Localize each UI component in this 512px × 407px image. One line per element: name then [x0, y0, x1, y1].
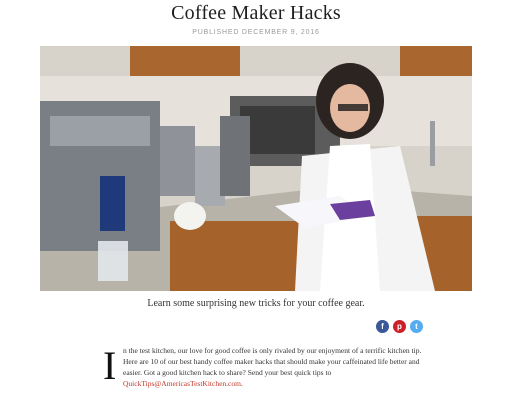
pinterest-icon: p: [397, 322, 402, 331]
facebook-share-button[interactable]: f: [376, 320, 389, 333]
article-body: n the test kitchen, our love for good co…: [123, 345, 423, 389]
social-share: f p t: [376, 320, 423, 333]
drop-cap: I: [103, 343, 117, 388]
body-paragraph: n the test kitchen, our love for good co…: [123, 346, 422, 377]
twitter-share-button[interactable]: t: [410, 320, 423, 333]
email-suffix: .: [240, 379, 243, 388]
quicktips-email-link[interactable]: QuickTips@AmericasTestKitchen.com: [123, 379, 241, 388]
published-date: PUBLISHED DECEMBER 9, 2016: [192, 29, 320, 36]
hero-image: [40, 46, 472, 291]
twitter-icon: t: [415, 322, 418, 331]
pinterest-share-button[interactable]: p: [393, 320, 406, 333]
image-caption: Learn some surprising new tricks for you…: [147, 298, 365, 309]
page-title: Coffee Maker Hacks: [171, 2, 341, 24]
facebook-icon: f: [381, 322, 384, 331]
